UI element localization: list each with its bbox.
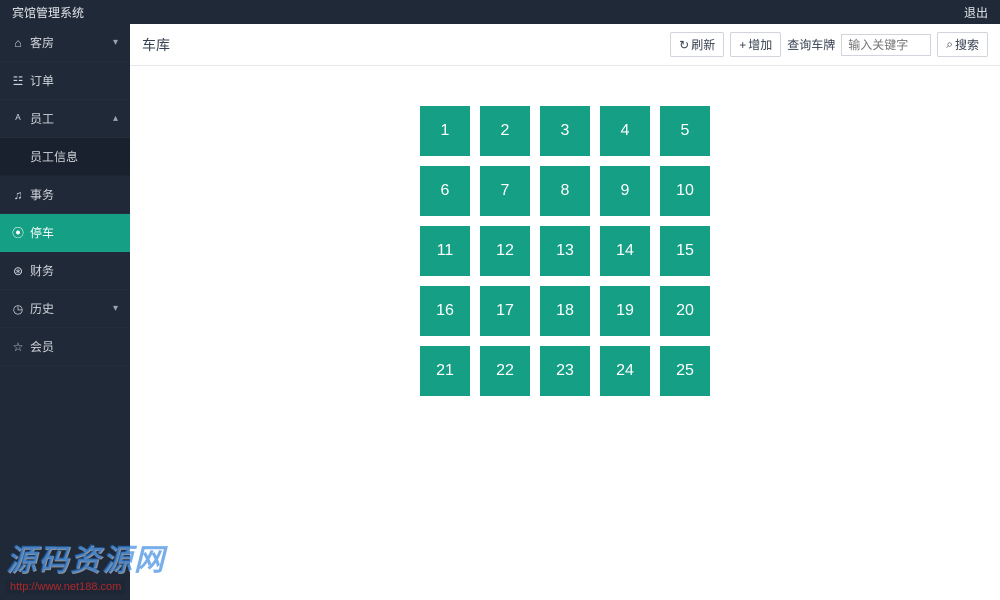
parking-spot[interactable]: 13 — [540, 226, 590, 276]
toolbar-actions: ↻ 刷新 + 增加 查询车牌 ⌕ 搜索 — [670, 32, 988, 57]
plus-icon: + — [739, 38, 746, 52]
sidebar-item-8[interactable]: ☆ 会员 — [0, 328, 130, 366]
nav-icon: ⌂ — [12, 36, 24, 50]
sidebar-item-label: 停车 — [30, 224, 54, 241]
add-button[interactable]: + 增加 — [730, 32, 781, 57]
sidebar-item-label: 历史 — [30, 300, 54, 317]
nav-icon: ☆ — [12, 340, 24, 354]
parking-spot[interactable]: 20 — [660, 286, 710, 336]
refresh-button[interactable]: ↻ 刷新 — [670, 32, 724, 57]
parking-grid-wrap: 1234567891011121314151617181920212223242… — [150, 106, 980, 396]
parking-spot[interactable]: 10 — [660, 166, 710, 216]
refresh-icon: ↻ — [679, 38, 689, 52]
parking-spot[interactable]: 1 — [420, 106, 470, 156]
add-label: 增加 — [748, 36, 772, 53]
parking-spot[interactable]: 22 — [480, 346, 530, 396]
parking-spot[interactable]: 12 — [480, 226, 530, 276]
sidebar-item-label: 财务 — [30, 262, 54, 279]
search-label: 搜索 — [955, 36, 979, 53]
parking-spot[interactable]: 2 — [480, 106, 530, 156]
sidebar-item-2[interactable]: ᴬ 员工 ▴ — [0, 100, 130, 138]
parking-spot[interactable]: 8 — [540, 166, 590, 216]
nav-icon: ⊛ — [12, 264, 24, 278]
main: 车库 ↻ 刷新 + 增加 查询车牌 ⌕ 搜索 123456 — [130, 24, 1000, 600]
page-title: 车库 — [142, 35, 170, 55]
parking-spot[interactable]: 21 — [420, 346, 470, 396]
sidebar-item-6[interactable]: ⊛ 财务 — [0, 252, 130, 290]
sidebar-item-7[interactable]: ◷ 历史 ▾ — [0, 290, 130, 328]
sidebar-item-label: 会员 — [30, 338, 54, 355]
parking-spot[interactable]: 9 — [600, 166, 650, 216]
nav-icon: ◷ — [12, 302, 24, 316]
sidebar: ⌂ 客房 ▾ ☳ 订单 ᴬ 员工 ▴ 员工信息 ♫ 事务 ⦿ 停车 ⊛ 财务 ◷ 历史 ▾ ☆ 会员 — [0, 24, 130, 600]
sidebar-item-3[interactable]: 员工信息 — [0, 138, 130, 176]
sidebar-item-label: 客房 — [30, 34, 54, 51]
parking-spot[interactable]: 7 — [480, 166, 530, 216]
sidebar-item-label: 员工 — [30, 110, 54, 127]
nav-icon: ♫ — [12, 188, 24, 202]
parking-spot[interactable]: 14 — [600, 226, 650, 276]
parking-spot[interactable]: 19 — [600, 286, 650, 336]
parking-spot[interactable]: 6 — [420, 166, 470, 216]
sidebar-item-4[interactable]: ♫ 事务 — [0, 176, 130, 214]
nav-icon: ⦿ — [12, 224, 24, 241]
parking-spot[interactable]: 23 — [540, 346, 590, 396]
sidebar-item-1[interactable]: ☳ 订单 — [0, 62, 130, 100]
content: 1234567891011121314151617181920212223242… — [130, 66, 1000, 600]
toolbar: 车库 ↻ 刷新 + 增加 查询车牌 ⌕ 搜索 — [130, 24, 1000, 66]
parking-spot[interactable]: 5 — [660, 106, 710, 156]
nav-icon: ☳ — [12, 74, 24, 88]
sidebar-item-label: 事务 — [30, 186, 54, 203]
sidebar-item-5[interactable]: ⦿ 停车 — [0, 214, 130, 252]
sidebar-item-label: 订单 — [30, 72, 54, 89]
topbar: 宾馆管理系统 退出 — [0, 0, 1000, 24]
caret-icon: ▾ — [113, 303, 118, 314]
search-input[interactable] — [841, 34, 931, 56]
search-icon: ⌕ — [946, 37, 953, 52]
sidebar-item-0[interactable]: ⌂ 客房 ▾ — [0, 24, 130, 62]
search-button[interactable]: ⌕ 搜索 — [937, 32, 988, 57]
parking-grid: 1234567891011121314151617181920212223242… — [420, 106, 710, 396]
parking-spot[interactable]: 18 — [540, 286, 590, 336]
parking-spot[interactable]: 15 — [660, 226, 710, 276]
parking-spot[interactable]: 25 — [660, 346, 710, 396]
parking-spot[interactable]: 11 — [420, 226, 470, 276]
parking-spot[interactable]: 24 — [600, 346, 650, 396]
caret-icon: ▾ — [113, 37, 118, 48]
refresh-label: 刷新 — [691, 36, 715, 53]
logout-link[interactable]: 退出 — [964, 4, 988, 21]
parking-spot[interactable]: 17 — [480, 286, 530, 336]
parking-spot[interactable]: 4 — [600, 106, 650, 156]
parking-spot[interactable]: 16 — [420, 286, 470, 336]
nav-icon: ᴬ — [12, 112, 24, 126]
caret-icon: ▴ — [113, 113, 118, 124]
sidebar-item-label: 员工信息 — [30, 148, 78, 165]
app-title: 宾馆管理系统 — [12, 4, 84, 21]
search-prefix: 查询车牌 — [787, 36, 835, 53]
parking-spot[interactable]: 3 — [540, 106, 590, 156]
layout: ⌂ 客房 ▾ ☳ 订单 ᴬ 员工 ▴ 员工信息 ♫ 事务 ⦿ 停车 ⊛ 财务 ◷ 历史 ▾ ☆ 会员 车库 ↻ 刷新 … — [0, 24, 1000, 600]
